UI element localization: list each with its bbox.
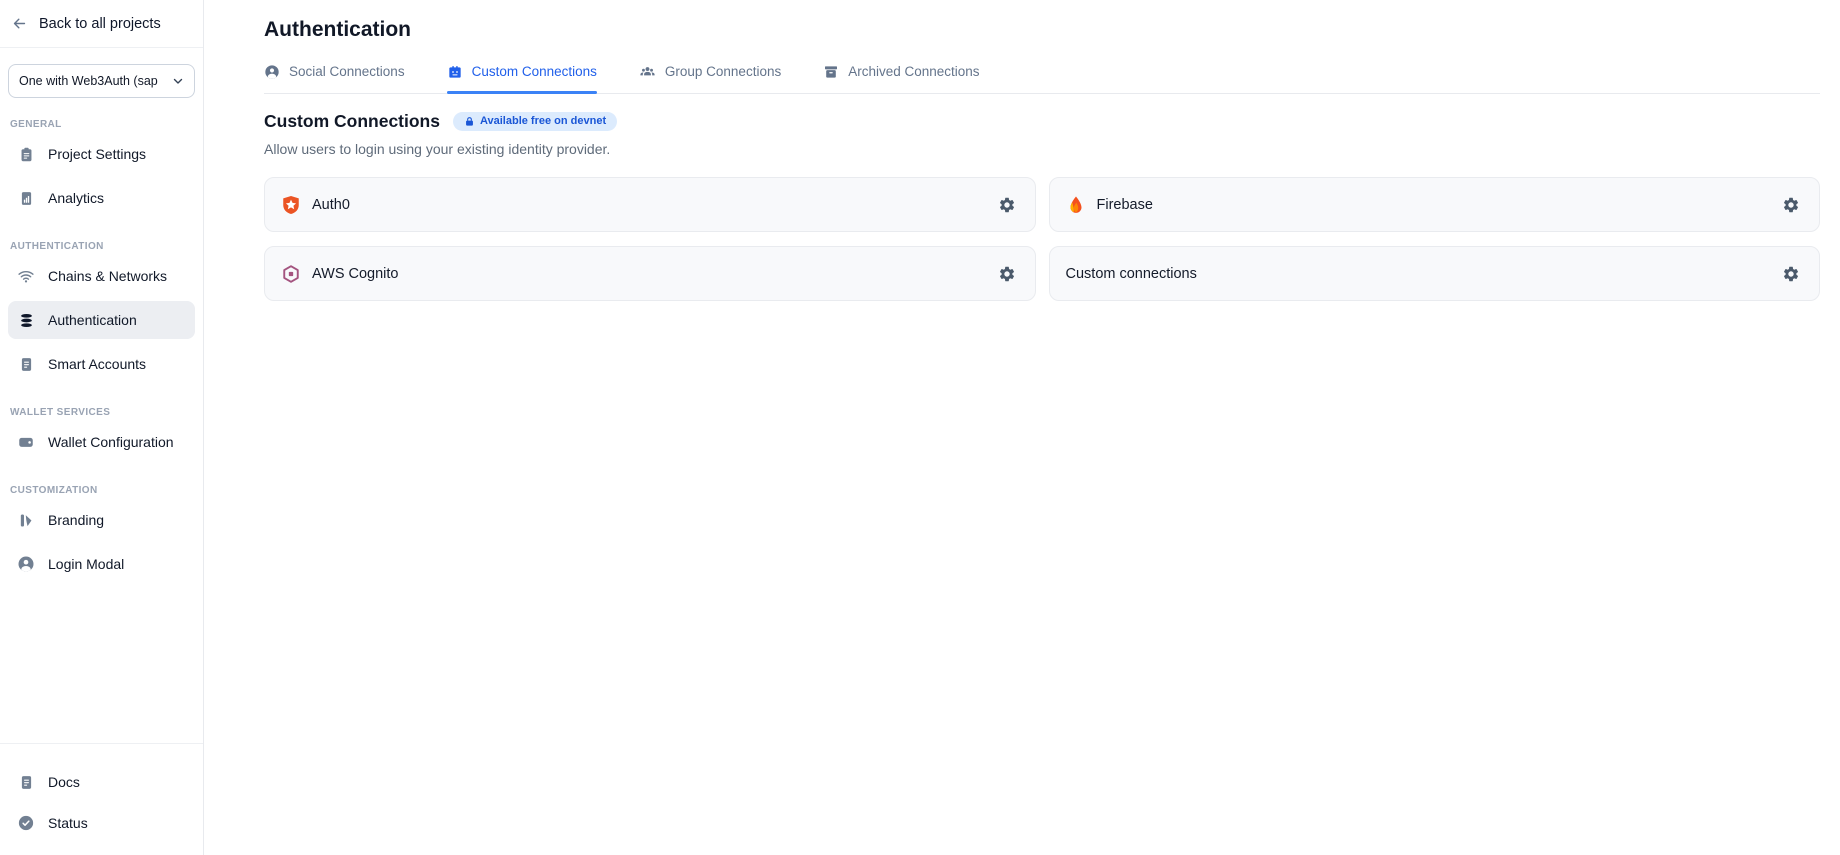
analytics-doc-icon xyxy=(17,189,35,207)
tab-bar: Social Connections Custom Connections xyxy=(264,63,1820,94)
archive-icon xyxy=(823,64,839,80)
badge-icon xyxy=(447,64,463,80)
sidebar-item-label: Smart Accounts xyxy=(48,356,146,372)
sidebar-item-label: Analytics xyxy=(48,190,104,206)
sidebar-footer: Docs Status xyxy=(0,743,203,855)
connection-card-custom[interactable]: Custom connections xyxy=(1049,246,1821,301)
sidebar-section-general: GENERAL xyxy=(0,98,203,132)
card-label: Firebase xyxy=(1097,197,1153,213)
card-label: AWS Cognito xyxy=(312,266,399,282)
main-content: Authentication Social Connections xyxy=(204,0,1840,855)
section-description: Allow users to login using your existing… xyxy=(264,141,1820,157)
card-label: Custom connections xyxy=(1066,266,1197,282)
card-left: Firebase xyxy=(1066,195,1153,215)
settings-button[interactable] xyxy=(1777,191,1805,219)
gear-icon xyxy=(1782,265,1800,283)
wifi-icon xyxy=(17,267,35,285)
sidebar-item-label: Authentication xyxy=(48,312,137,328)
arrow-left-icon xyxy=(11,15,28,32)
card-left: Auth0 xyxy=(281,195,350,215)
sidebar-section-customization: CUSTOMIZATION xyxy=(0,464,203,498)
connection-card-auth0[interactable]: Auth0 xyxy=(264,177,1036,232)
connection-card-aws-cognito[interactable]: AWS Cognito xyxy=(264,246,1036,301)
page-title: Authentication xyxy=(264,18,1820,42)
gear-icon xyxy=(998,196,1016,214)
settings-button[interactable] xyxy=(993,191,1021,219)
connection-cards: Auth0 Firebase xyxy=(264,177,1820,301)
sidebar-item-wallet-configuration[interactable]: Wallet Configuration xyxy=(8,423,195,461)
firebase-logo xyxy=(1066,195,1086,215)
project-selector[interactable]: One with Web3Auth (sap xyxy=(8,64,195,98)
tab-label: Custom Connections xyxy=(472,64,597,79)
sidebar-item-label: Branding xyxy=(48,512,104,528)
person-circle-icon xyxy=(264,64,280,80)
clipboard-icon xyxy=(17,145,35,163)
section-header: Custom Connections Available free on dev… xyxy=(264,111,1820,132)
sidebar-item-label: Wallet Configuration xyxy=(48,434,174,450)
web3auth-dashboard: Back to all projects One with Web3Auth (… xyxy=(0,0,1840,855)
devnet-badge-label: Available free on devnet xyxy=(480,116,606,127)
sidebar-item-label: Project Settings xyxy=(48,146,146,162)
sidebar-item-project-settings[interactable]: Project Settings xyxy=(8,135,195,173)
sidebar-item-authentication[interactable]: Authentication xyxy=(8,301,195,339)
card-left: Custom connections xyxy=(1066,266,1197,282)
document-icon xyxy=(17,355,35,373)
section-heading: Custom Connections xyxy=(264,111,440,132)
sidebar-item-label: Login Modal xyxy=(48,556,124,572)
sidebar-item-login-modal[interactable]: Login Modal xyxy=(8,545,195,583)
person-circle-icon xyxy=(17,555,35,573)
sidebar-item-status[interactable]: Status xyxy=(8,804,195,842)
tab-archived-connections[interactable]: Archived Connections xyxy=(823,63,979,93)
devnet-badge: Available free on devnet xyxy=(453,112,617,131)
sidebar-item-chains-networks[interactable]: Chains & Networks xyxy=(8,257,195,295)
lock-icon xyxy=(464,116,475,127)
tab-group-connections[interactable]: Group Connections xyxy=(639,63,781,93)
connection-card-firebase[interactable]: Firebase xyxy=(1049,177,1821,232)
tab-label: Group Connections xyxy=(665,64,781,79)
sidebar-item-analytics[interactable]: Analytics xyxy=(8,179,195,217)
sidebar: Back to all projects One with Web3Auth (… xyxy=(0,0,204,855)
check-circle-icon xyxy=(17,814,35,832)
wallet-icon xyxy=(17,433,35,451)
sidebar-item-branding[interactable]: Branding xyxy=(8,501,195,539)
sidebar-item-docs[interactable]: Docs xyxy=(8,763,195,801)
tab-label: Archived Connections xyxy=(848,64,979,79)
aws-cognito-logo xyxy=(281,264,301,284)
back-to-projects-link[interactable]: Back to all projects xyxy=(0,0,203,48)
sidebar-item-label: Docs xyxy=(48,774,80,790)
paint-icon xyxy=(17,511,35,529)
back-to-projects-label: Back to all projects xyxy=(39,16,161,32)
gear-icon xyxy=(1782,196,1800,214)
document-icon xyxy=(17,773,35,791)
card-left: AWS Cognito xyxy=(281,264,399,284)
tab-social-connections[interactable]: Social Connections xyxy=(264,63,405,93)
sidebar-item-label: Chains & Networks xyxy=(48,268,167,284)
database-icon xyxy=(17,311,35,329)
tab-label: Social Connections xyxy=(289,64,405,79)
sidebar-item-label: Status xyxy=(48,815,88,831)
gear-icon xyxy=(998,265,1016,283)
sidebar-item-smart-accounts[interactable]: Smart Accounts xyxy=(8,345,195,383)
sidebar-section-wallet-services: WALLET SERVICES xyxy=(0,386,203,420)
settings-button[interactable] xyxy=(1777,260,1805,288)
group-icon xyxy=(639,63,656,80)
auth0-logo xyxy=(281,195,301,215)
card-label: Auth0 xyxy=(312,197,350,213)
chevron-down-icon xyxy=(171,74,185,88)
project-selector-value: One with Web3Auth (sap xyxy=(19,74,158,88)
settings-button[interactable] xyxy=(993,260,1021,288)
sidebar-section-authentication: AUTHENTICATION xyxy=(0,220,203,254)
tab-custom-connections[interactable]: Custom Connections xyxy=(447,63,597,93)
